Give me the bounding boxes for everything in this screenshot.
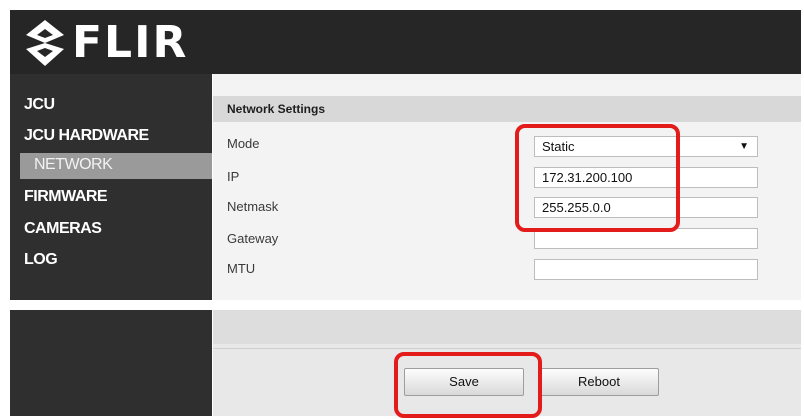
- flir-logo: FLIR: [22, 18, 188, 68]
- gateway-label: Gateway: [227, 231, 279, 246]
- sidebar-item-cameras[interactable]: CAMERAS: [24, 220, 102, 238]
- sidebar-item-firmware[interactable]: FIRMWARE: [24, 188, 108, 206]
- gateway-input[interactable]: [534, 228, 758, 249]
- sidebar-item-network-label: NETWORK: [34, 156, 113, 173]
- reboot-button[interactable]: Reboot: [539, 368, 659, 396]
- flir-diamond-icon: [26, 20, 64, 66]
- logo-text: FLIR: [72, 17, 189, 68]
- sidebar-footer: [10, 310, 212, 416]
- sidebar-item-jcu-hardware[interactable]: JCU HARDWARE: [24, 127, 149, 145]
- section-gap: [10, 300, 801, 310]
- ip-label: IP: [227, 169, 240, 184]
- mode-select[interactable]: Static ▼: [534, 136, 758, 157]
- sidebar-nav: JCU JCU HARDWARE NETWORK FIRMWARE CAMERA…: [10, 74, 212, 300]
- dropdown-arrow-icon: ▼: [739, 141, 749, 152]
- netmask-label: Netmask: [227, 199, 279, 214]
- sidebar-item-jcu[interactable]: JCU: [24, 96, 55, 114]
- header-bar: FLIR: [10, 10, 801, 74]
- action-bar-divider: [213, 348, 801, 349]
- mode-value: Static: [542, 139, 575, 154]
- save-button[interactable]: Save: [404, 368, 524, 396]
- sidebar-item-log[interactable]: LOG: [24, 251, 58, 269]
- ip-input[interactable]: [534, 167, 758, 188]
- mtu-input[interactable]: [534, 259, 758, 280]
- sidebar-item-network[interactable]: NETWORK: [20, 153, 212, 179]
- section-header: Network Settings: [213, 96, 801, 122]
- mode-label: Mode: [227, 136, 260, 151]
- network-settings-panel: Network Settings Mode Static ▼ IP Netmas…: [213, 74, 801, 300]
- action-bar: Save Reboot: [213, 310, 801, 416]
- mtu-label: MTU: [227, 261, 256, 276]
- netmask-input[interactable]: [534, 197, 758, 218]
- section-title: Network Settings: [227, 102, 326, 116]
- action-bar-strip: [213, 310, 801, 344]
